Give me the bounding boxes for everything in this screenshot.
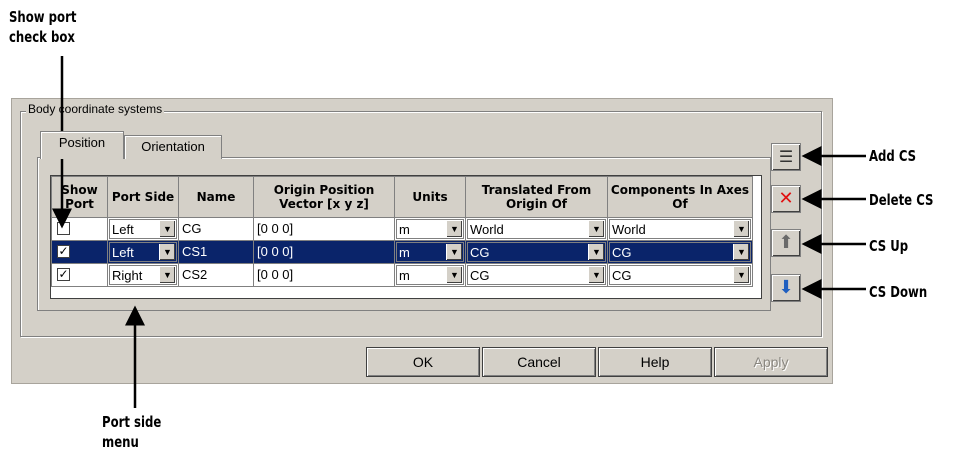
tab-position[interactable]: Position: [40, 131, 124, 159]
callout-arrows: [52, 56, 866, 408]
